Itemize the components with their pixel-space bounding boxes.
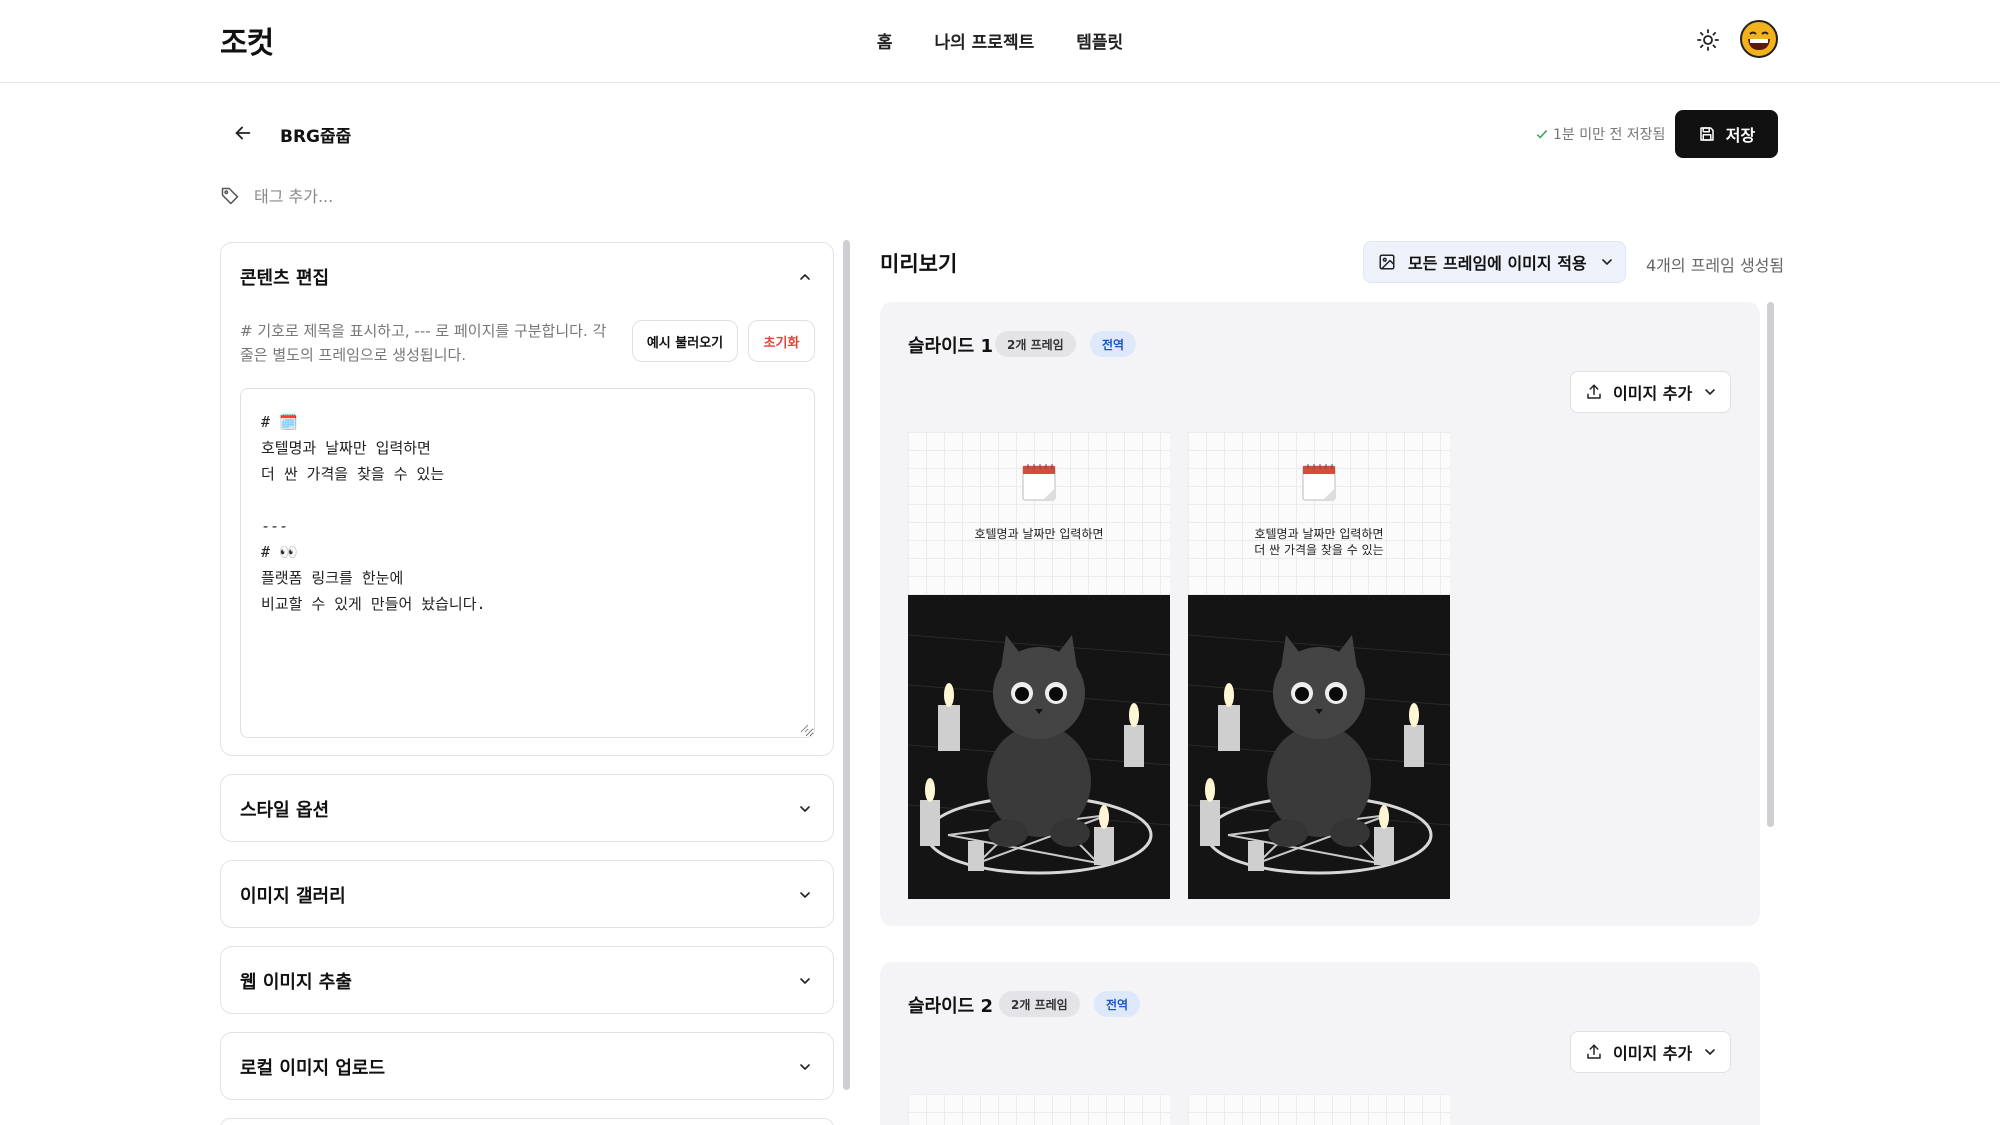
chevron-up-icon[interactable]	[797, 269, 813, 285]
save-button[interactable]: 저장	[1675, 110, 1778, 158]
add-image-label: 이미지 추가	[1613, 1044, 1693, 1063]
apply-image-all-frames-button[interactable]: 모든 프레임에 이미지 적용	[1363, 241, 1626, 283]
add-image-button[interactable]: 이미지 추가	[1570, 371, 1731, 413]
upload-icon	[1587, 1044, 1601, 1059]
cat-candles-image	[908, 595, 1170, 899]
save-status-text: 1분 미만 전 저장됨	[1553, 127, 1666, 143]
frame-count: 4개의 프레임 생성됨	[1646, 256, 1785, 275]
nav-templates[interactable]: 템플릿	[1076, 28, 1123, 53]
tag-input[interactable]	[254, 186, 654, 206]
preview-frame[interactable]	[1188, 1094, 1450, 1125]
web-image-extract-panel[interactable]: 웹 이미지 추출	[220, 946, 834, 1014]
scope-badge: 전역	[1094, 991, 1141, 1017]
app-logo[interactable]: 조컷	[220, 18, 274, 62]
style-options-panel[interactable]: 스타일 옵션	[220, 774, 834, 842]
content-helper-text: # 기호로 제목을 표시하고, --- 로 페이지를 구분합니다. 각 줄은 별…	[240, 322, 607, 364]
slide-title: 슬라이드 1	[908, 336, 994, 357]
resize-handle-icon[interactable]	[799, 723, 809, 733]
upload-icon	[1587, 384, 1601, 399]
chevron-down-icon	[1705, 389, 1715, 396]
style-options-title: 스타일 옵션	[240, 800, 330, 821]
chevron-down-icon	[800, 978, 810, 984]
top-navbar: 조컷 홈 나의 프로젝트 템플릿	[0, 0, 2000, 83]
reset-button[interactable]: 초기화	[748, 320, 815, 362]
check-icon	[1536, 130, 1548, 139]
add-image-label: 이미지 추가	[1613, 384, 1693, 403]
left-scrollbar[interactable]	[843, 240, 850, 1090]
next-panel-edge	[220, 1118, 834, 1125]
preview-frame[interactable]: 호텔명과 날짜만 입력하면	[908, 432, 1170, 899]
slide-card: 슬라이드 1 2개 프레임 전역 이미지 추가 호텔명과 날짜만 입력하면 호텔…	[880, 302, 1760, 926]
preview-frame[interactable]	[908, 1094, 1170, 1125]
laughing-face-icon	[1748, 31, 1770, 50]
nav-home[interactable]: 홈	[877, 28, 893, 53]
sun-icon[interactable]	[1696, 28, 1720, 52]
image-gallery-panel[interactable]: 이미지 갤러리	[220, 860, 834, 928]
chevron-down-icon	[1705, 1049, 1715, 1056]
user-avatar[interactable]	[1740, 20, 1778, 58]
chevron-down-icon	[800, 892, 810, 898]
calendar-icon	[908, 462, 1170, 502]
content-editor[interactable]: # 🗓️ 호텔명과 날짜만 입력하면 더 싼 가격을 찾을 수 있는 --- #…	[240, 388, 815, 738]
local-image-upload-panel[interactable]: 로컬 이미지 업로드	[220, 1032, 834, 1100]
save-button-label: 저장	[1725, 126, 1756, 145]
cat-candles-image	[1188, 595, 1450, 899]
image-gallery-title: 이미지 갤러리	[240, 886, 346, 907]
frame-text-area	[1188, 432, 1450, 595]
apply-all-label: 모든 프레임에 이미지 적용	[1408, 254, 1587, 273]
slide-title: 슬라이드 2	[908, 996, 994, 1017]
content-edit-title: 콘텐츠 편집	[240, 268, 330, 289]
image-icon	[1379, 254, 1395, 270]
chevron-down-icon	[1601, 259, 1612, 266]
local-image-upload-title: 로컬 이미지 업로드	[240, 1058, 386, 1079]
calendar-icon	[1188, 462, 1450, 502]
slide-card: 슬라이드 2 2개 프레임 전역 이미지 추가	[880, 962, 1760, 1125]
preview-frame[interactable]: 호텔명과 날짜만 입력하면 더 싼 가격을 찾을 수 있는	[1188, 432, 1450, 899]
chevron-down-icon	[800, 1064, 810, 1070]
content-edit-panel: 콘텐츠 편집 # 기호로 제목을 표시하고, --- 로 페이지를 구분합니다.…	[220, 242, 834, 756]
tag-icon	[221, 187, 239, 205]
arrow-left-icon[interactable]	[232, 122, 254, 144]
floppy-disk-icon	[1700, 127, 1714, 141]
tag-row	[220, 186, 654, 206]
nav-my-projects[interactable]: 나의 프로젝트	[934, 28, 1034, 53]
frame-count-badge: 2개 프레임	[995, 331, 1076, 357]
preview-scrollbar[interactable]	[1767, 302, 1774, 827]
load-example-button[interactable]: 예시 불러오기	[632, 320, 738, 362]
add-image-button[interactable]: 이미지 추가	[1570, 1031, 1731, 1073]
frame-text-area	[908, 432, 1170, 595]
chevron-down-icon	[800, 806, 810, 812]
save-status: 1분 미만 전 저장됨	[1535, 124, 1665, 144]
frame-count-badge: 2개 프레임	[999, 991, 1080, 1017]
preview-title: 미리보기	[880, 252, 958, 276]
document-title[interactable]: BRG줍줍	[280, 122, 351, 147]
scope-badge: 전역	[1090, 331, 1137, 357]
frame-caption: 호텔명과 날짜만 입력하면 더 싼 가격을 찾을 수 있는	[1254, 527, 1384, 557]
web-image-extract-title: 웹 이미지 추출	[240, 972, 352, 993]
frame-caption: 호텔명과 날짜만 입력하면	[974, 527, 1104, 541]
